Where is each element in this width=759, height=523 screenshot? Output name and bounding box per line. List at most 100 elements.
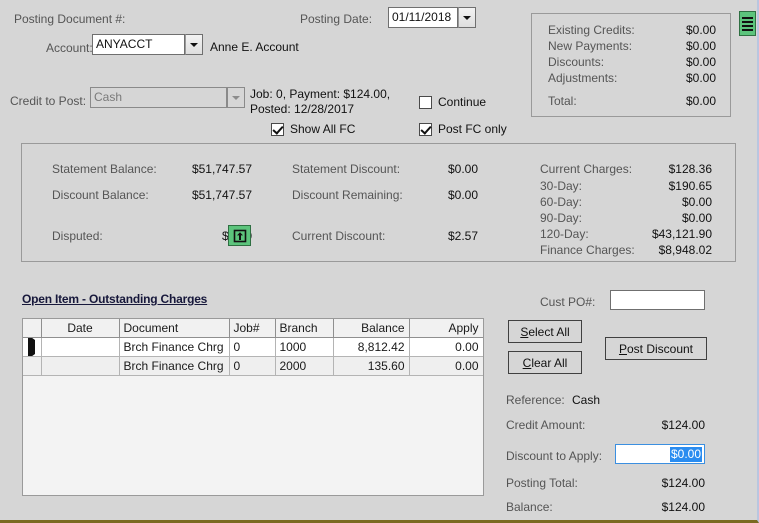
balances-panel: Statement Balance: $51,747.57 Discount B… [21, 143, 736, 262]
continue-checkbox-row[interactable]: Continue [419, 95, 486, 109]
list-bars-icon [742, 16, 753, 31]
column-header-branch[interactable]: Branch [275, 319, 334, 338]
select-all-label: Select All [520, 324, 570, 339]
aging-label-1: 30-Day: [540, 179, 583, 193]
clear-all-button[interactable]: Clear All [508, 351, 582, 374]
chevron-down-icon [463, 15, 471, 20]
show-all-fc-checkbox-row[interactable]: Show All FC [271, 122, 355, 136]
credit-to-post-combobox[interactable]: Cash [90, 87, 245, 108]
summary-value-2: $0.00 [685, 55, 716, 69]
cust-po-label: Cust PO#: [540, 295, 596, 309]
cell-branch[interactable]: 2000 [275, 356, 334, 376]
post-fc-only-checkbox[interactable] [419, 122, 432, 136]
table-row[interactable]: Brch Finance Chrg 0 1000 8,812.42 0.00 [23, 337, 483, 357]
cell-date[interactable] [41, 356, 120, 376]
account-dropdown-button[interactable] [185, 34, 203, 55]
aging-label-5: Finance Charges: [540, 243, 635, 257]
summary-value-1: $0.00 [685, 39, 716, 53]
cell-date[interactable] [41, 337, 120, 357]
current-discount-value: $2.57 [447, 229, 478, 243]
discount-balance-label: Discount Balance: [52, 188, 149, 202]
show-all-fc-label: Show All FC [290, 122, 356, 136]
posting-date-picker[interactable]: 01/11/2018 [388, 7, 476, 28]
cell-balance[interactable]: 135.60 [333, 356, 410, 376]
cell-apply[interactable]: 0.00 [409, 356, 483, 376]
credit-amount-label: Credit Amount: [506, 418, 586, 432]
select-all-button[interactable]: Select All [508, 320, 582, 343]
column-header-job[interactable]: Job# [229, 319, 276, 338]
cell-apply[interactable]: 0.00 [409, 337, 483, 357]
column-header-selector [23, 319, 42, 338]
discount-remaining-value: $0.00 [447, 188, 478, 202]
balance-label: Balance: [506, 500, 553, 514]
cell-branch[interactable]: 1000 [275, 337, 334, 357]
row-marker-cell[interactable] [23, 356, 42, 376]
discount-balance-value: $51,747.57 [191, 188, 252, 202]
cell-document[interactable]: Brch Finance Chrg [119, 356, 230, 376]
disputed-upload-button[interactable] [228, 225, 251, 246]
posting-window: Posting Document #: Account: ANYACCT Ann… [0, 0, 759, 523]
cell-document[interactable]: Brch Finance Chrg [119, 337, 230, 357]
posting-date-dropdown-button[interactable] [458, 7, 476, 28]
list-bars-icon-button[interactable] [739, 11, 756, 36]
table-header-row: Date Document Job# Branch Balance Apply [23, 319, 483, 338]
discount-remaining-label: Discount Remaining: [292, 188, 403, 202]
posting-date-input[interactable]: 01/11/2018 [388, 7, 458, 28]
summary-total-value: $0.00 [685, 94, 716, 108]
chevron-down-icon [190, 42, 198, 47]
open-item-title: Open Item - Outstanding Charges [22, 292, 208, 306]
summary-label-0: Existing Credits: [548, 23, 635, 37]
table-row[interactable]: Brch Finance Chrg 0 2000 135.60 0.00 [23, 356, 483, 376]
account-label: Account: [46, 41, 93, 55]
credit-amount-value: $124.00 [661, 418, 705, 432]
account-combobox[interactable]: ANYACCT [92, 34, 203, 55]
aging-label-4: 120-Day: [540, 227, 589, 241]
posting-total-value: $124.00 [661, 476, 705, 490]
chevron-down-icon [232, 95, 240, 100]
clear-all-label: Clear All [522, 355, 568, 370]
cell-balance[interactable]: 8,812.42 [333, 337, 410, 357]
post-discount-button[interactable]: Post Discount [605, 337, 707, 360]
summary-panel: Existing Credits: $0.00 New Payments: $0… [531, 13, 731, 117]
continue-label: Continue [438, 95, 487, 109]
upload-box-icon [233, 229, 246, 242]
cust-po-input[interactable] [610, 290, 705, 310]
column-header-date[interactable]: Date [41, 319, 120, 338]
aging-value-5: $8,948.02 [658, 243, 712, 257]
post-fc-only-checkbox-row[interactable]: Post FC only [419, 122, 507, 136]
column-header-balance[interactable]: Balance [333, 319, 410, 338]
show-all-fc-checkbox[interactable] [271, 122, 284, 136]
cell-job[interactable]: 0 [229, 356, 276, 376]
balance-value: $124.00 [661, 500, 705, 514]
aging-value-2: $0.00 [681, 195, 712, 209]
statement-discount-value: $0.00 [447, 162, 478, 176]
summary-label-2: Discounts: [548, 55, 605, 69]
continue-checkbox[interactable] [419, 95, 432, 109]
aging-value-3: $0.00 [681, 211, 712, 225]
credit-to-post-input: Cash [90, 87, 227, 108]
aging-value-0: $128.36 [668, 162, 712, 176]
summary-label-3: Adjustments: [548, 71, 618, 85]
row-marker-cell[interactable] [23, 337, 42, 357]
posting-date-label: Posting Date: [300, 12, 373, 26]
open-items-table: Date Document Job# Branch Balance Apply … [23, 319, 483, 376]
column-header-document[interactable]: Document [119, 319, 230, 338]
cell-job[interactable]: 0 [229, 337, 276, 357]
reference-value: Cash [572, 393, 601, 407]
aging-label-0: Current Charges: [540, 162, 633, 176]
credit-info-line1: Job: 0, Payment: $124.00, [250, 87, 391, 101]
discount-to-apply-input[interactable]: $0.00 [615, 444, 705, 464]
open-items-grid[interactable]: Date Document Job# Branch Balance Apply … [22, 318, 484, 496]
aging-label-2: 60-Day: [540, 195, 583, 209]
account-input[interactable]: ANYACCT [92, 34, 185, 55]
summary-label-1: New Payments: [548, 39, 633, 53]
posting-document-label: Posting Document #: [14, 12, 126, 26]
current-discount-label: Current Discount: [292, 229, 386, 243]
credit-info-line2: Posted: 12/28/2017 [250, 102, 355, 116]
column-header-apply[interactable]: Apply [409, 319, 483, 338]
reference-label: Reference: [506, 393, 565, 407]
current-row-marker-icon [28, 337, 36, 356]
statement-balance-value: $51,747.57 [191, 162, 252, 176]
post-discount-label: Post Discount [618, 341, 694, 356]
aging-label-3: 90-Day: [540, 211, 583, 225]
